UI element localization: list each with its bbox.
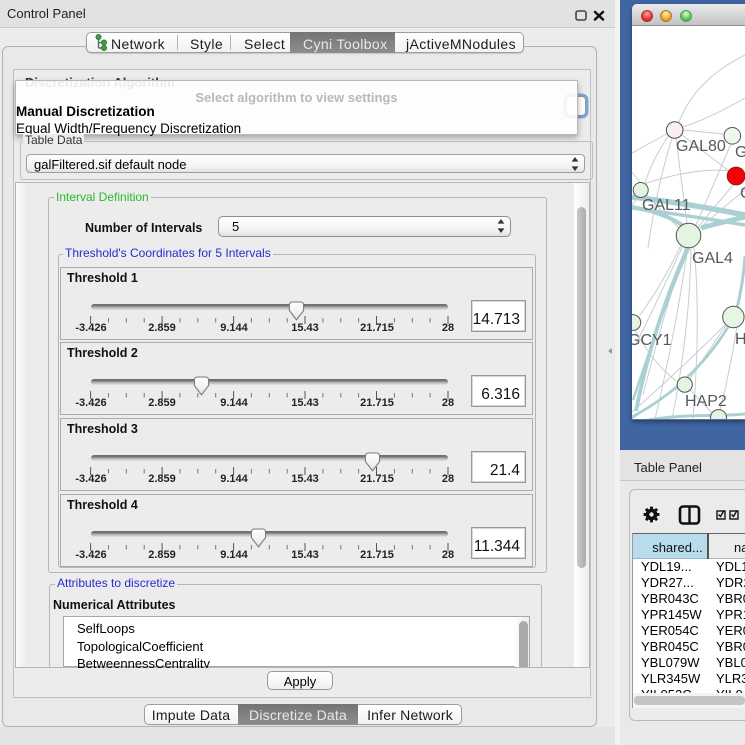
svg-text:C: C xyxy=(740,185,745,202)
svg-text:H: H xyxy=(735,331,745,348)
svg-text:GCY1: GCY1 xyxy=(632,332,672,349)
svg-text:GAL11: GAL11 xyxy=(642,197,691,214)
svg-text:GAL4: GAL4 xyxy=(692,250,733,267)
svg-text:HAP2: HAP2 xyxy=(685,393,727,410)
svg-text:G: G xyxy=(735,144,745,161)
svg-text:GAL80: GAL80 xyxy=(676,138,726,155)
